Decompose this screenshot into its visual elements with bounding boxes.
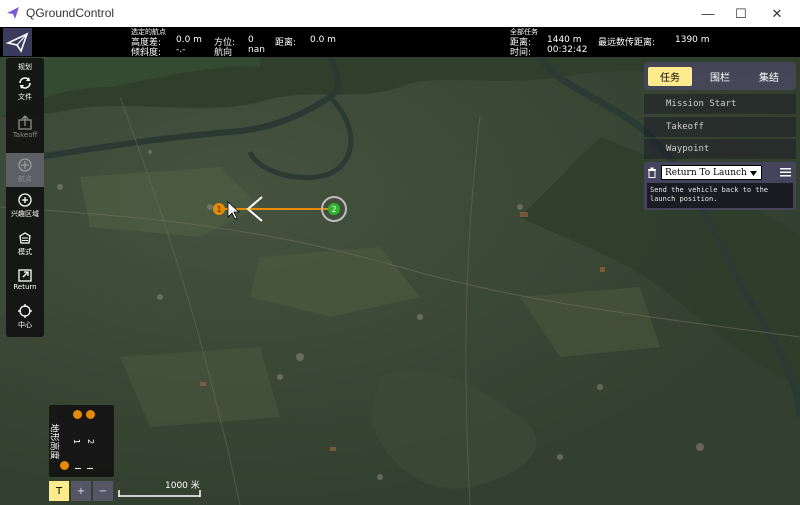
heading-label: 航向 xyxy=(214,48,233,58)
window-title: QGroundControl xyxy=(26,6,115,20)
mission-item-mission-start[interactable]: Mission Start xyxy=(644,94,796,114)
distance-value: 0.0 m xyxy=(310,35,336,45)
tool-waypoint-label: 航点 xyxy=(18,175,32,183)
tool-file-button[interactable]: 文件 xyxy=(6,75,44,109)
total-time-value: 00:32:42 xyxy=(547,45,588,55)
map-zoom-controls: T + − xyxy=(49,481,114,501)
tab-mission[interactable]: 任务 xyxy=(648,67,692,86)
terrain-marker-bottom xyxy=(60,461,69,470)
close-button[interactable]: ✕ xyxy=(754,0,800,27)
hamburger-menu-icon[interactable] xyxy=(780,168,791,177)
plan-tools-sidebar: 规划 文件 Takeoff 航点 兴趣区域 模式 Return 中心 xyxy=(6,58,44,337)
plan-layer-tabs: 任务 围栏 集结 xyxy=(644,62,796,90)
app-logo-icon xyxy=(7,7,19,19)
scale-bar xyxy=(118,490,201,497)
terrain-toggle-button[interactable]: T xyxy=(49,481,69,501)
zoom-out-button[interactable]: − xyxy=(93,481,113,501)
takeoff-marker-label: 1 xyxy=(216,204,222,214)
azimuth-value: 0 xyxy=(248,35,254,45)
paper-plane-icon xyxy=(5,32,29,53)
alt-diff-value: 0.0 m xyxy=(176,35,202,45)
tool-roi-label: 兴趣区域 xyxy=(11,210,39,218)
command-description: Send the vehicle back to the launch posi… xyxy=(647,183,793,208)
total-distance-value: 1440 m xyxy=(547,35,582,45)
tool-waypoint-button[interactable]: 航点 xyxy=(6,153,44,187)
gradient-label: 倾斜度: xyxy=(131,48,162,58)
tool-center-button[interactable]: 中心 xyxy=(6,303,44,337)
plan-tools-header: 规划 xyxy=(6,61,44,72)
gradient-value: -.- xyxy=(176,45,186,55)
tool-pattern-label: 模式 xyxy=(18,248,32,256)
tool-takeoff-button[interactable]: Takeoff xyxy=(6,114,44,148)
map-scale: 1000 米 xyxy=(118,478,208,498)
tool-return-label: Return xyxy=(13,283,37,291)
tool-takeoff-label: Takeoff xyxy=(12,131,38,139)
chevron-down-icon xyxy=(750,171,757,176)
center-icon xyxy=(18,304,32,318)
waypoint-2-marker-label: 2 xyxy=(331,204,337,214)
qgc-logo-button[interactable] xyxy=(3,28,32,56)
plan-toolbar: 选定的航点 高度差: 0.0 m 方位: 0 距离: 0.0 m 倾斜度: -.… xyxy=(0,27,800,58)
takeoff-icon xyxy=(18,115,32,130)
add-waypoint-icon xyxy=(18,158,32,172)
sync-icon xyxy=(19,77,31,89)
terrain-marker-label-1: 1 xyxy=(72,438,82,445)
mission-item-takeoff[interactable]: Takeoff xyxy=(644,117,796,137)
tab-rally[interactable]: 集结 xyxy=(747,67,791,86)
return-icon xyxy=(18,269,32,282)
max-telem-value: 1390 m xyxy=(675,35,710,45)
mission-item-editor: Return To Launch Send the vehicle back t… xyxy=(644,162,796,210)
heading-value: nan xyxy=(248,45,265,55)
window-title-bar: QGroundControl — ☐ ✕ xyxy=(0,0,800,27)
tool-center-label: 中心 xyxy=(18,321,32,329)
waypoint-2-marker[interactable]: 2 xyxy=(328,203,340,215)
mission-item-waypoint[interactable]: Waypoint xyxy=(644,139,796,159)
terrain-title: 地形高度 xyxy=(48,423,59,460)
terrain-marker-top-1 xyxy=(73,410,82,419)
terrain-profile-widget: 地形高度 1 2 xyxy=(49,405,114,477)
plan-tools-header-label: 规划 xyxy=(18,63,32,71)
terrain-baseline-2 xyxy=(87,468,93,469)
distance-label: 距离: xyxy=(275,38,297,48)
total-time-label: 时间: xyxy=(510,48,532,58)
command-select-value: Return To Launch xyxy=(665,168,747,178)
terrain-baseline-1 xyxy=(75,468,81,469)
tool-return-button[interactable]: Return xyxy=(6,266,44,300)
pattern-icon xyxy=(19,232,31,244)
tool-roi-button[interactable]: 兴趣区域 xyxy=(6,192,44,226)
terrain-marker-label-2: 2 xyxy=(86,438,96,445)
terrain-marker-top-2 xyxy=(86,410,95,419)
tool-file-label: 文件 xyxy=(18,93,32,101)
tab-fence[interactable]: 围栏 xyxy=(698,67,742,86)
trash-icon[interactable] xyxy=(647,167,657,178)
takeoff-marker[interactable]: 1 xyxy=(213,203,225,215)
command-select[interactable]: Return To Launch xyxy=(661,165,762,180)
roi-icon xyxy=(18,193,32,207)
zoom-in-button[interactable]: + xyxy=(71,481,91,501)
max-telem-label: 最远数传距离: xyxy=(598,38,656,48)
tool-pattern-button[interactable]: 模式 xyxy=(6,230,44,264)
